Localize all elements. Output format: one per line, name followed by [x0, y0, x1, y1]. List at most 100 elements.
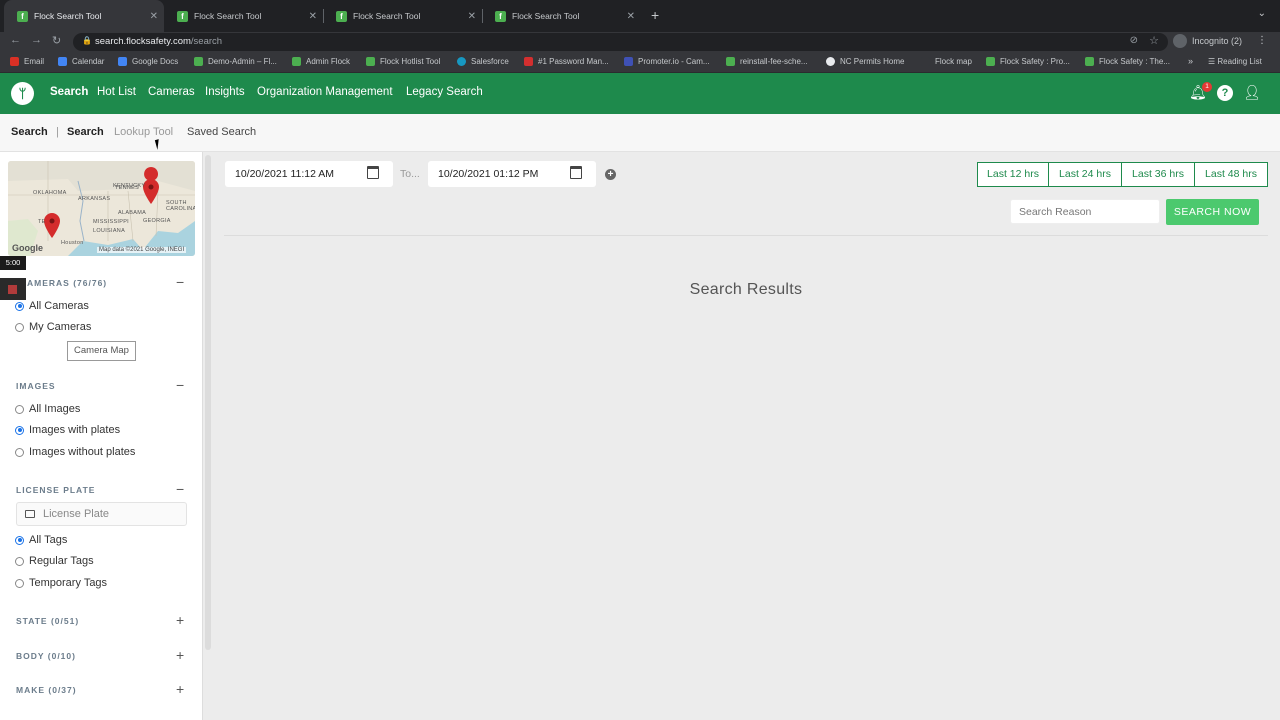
bookmark-label: Flock Hotlist Tool — [380, 57, 441, 66]
reload-icon[interactable]: ↻ — [52, 34, 61, 47]
calendar-icon — [58, 57, 67, 66]
bookmark-label: Flock map — [935, 57, 972, 66]
bookmark-item[interactable]: Promoter.io - Cam... — [624, 57, 710, 66]
bookmark-star-icon[interactable]: ☆ — [1149, 34, 1159, 47]
map-label: OKLAHOMA — [33, 190, 67, 196]
last-48-hrs-button[interactable]: Last 48 hrs — [1194, 162, 1268, 187]
section-title-make[interactable]: MAKE (0/37) — [16, 685, 77, 695]
expand-body-icon[interactable]: + — [176, 647, 184, 663]
collapse-cameras-icon[interactable]: − — [176, 274, 184, 290]
close-tab-icon[interactable]: ✕ — [468, 11, 476, 22]
start-datetime-input[interactable]: 10/20/2021 11:12 AM — [225, 161, 393, 187]
section-title-license-plate: LICENSE PLATE — [16, 485, 96, 495]
bookmark-item[interactable]: Demo-Admin – Fl... — [194, 57, 277, 66]
browser-tab[interactable]: f Flock Search Tool ✕ — [482, 0, 641, 32]
bookmark-item[interactable]: Admin Flock — [292, 57, 350, 66]
address-bar[interactable]: 🔒 search.flocksafety.com/search ⊘ ☆ — [73, 33, 1168, 51]
bookmark-item[interactable]: reinstall-fee-sche... — [726, 57, 808, 66]
tab-saved-search[interactable]: Saved Search — [187, 126, 256, 138]
section-title-body[interactable]: BODY (0/10) — [16, 651, 76, 661]
calendar-icon[interactable] — [367, 166, 379, 179]
bookmark-label: Flock Safety : Pro... — [1000, 57, 1070, 66]
bookmark-item[interactable]: Flock map — [921, 57, 972, 66]
divider — [224, 235, 1268, 236]
more-bookmarks-icon[interactable]: » — [1188, 56, 1193, 66]
radio-images-without-plates[interactable]: Images without plates — [15, 446, 135, 458]
collapse-license-plate-icon[interactable]: − — [176, 481, 184, 497]
flock-logo-icon[interactable]: ᛘ — [11, 82, 34, 105]
end-datetime-input[interactable]: 10/20/2021 01:12 PM — [428, 161, 596, 187]
bookmark-item[interactable]: Flock Safety : The... — [1085, 57, 1170, 66]
section-title-state[interactable]: STATE (0/51) — [16, 616, 79, 626]
flock-favicon-icon: f — [17, 10, 28, 22]
browser-tab[interactable]: f Flock Search Tool ✕ — [164, 0, 324, 32]
last-24-hrs-button[interactable]: Last 24 hrs — [1048, 162, 1122, 187]
browser-tab[interactable]: f Flock Search Tool ✕ — [4, 0, 164, 32]
expand-state-icon[interactable]: + — [176, 612, 184, 628]
bookmark-item[interactable]: #1 Password Man... — [524, 57, 609, 66]
help-icon[interactable]: ? — [1217, 85, 1233, 101]
tab-lookup-tool[interactable]: Lookup Tool — [114, 126, 173, 138]
incognito-profile[interactable]: Incognito (2) — [1173, 34, 1242, 48]
reading-list[interactable]: ☰ Reading List — [1208, 57, 1262, 66]
expand-make-icon[interactable]: + — [176, 681, 184, 697]
nav-legacy-search[interactable]: Legacy Search — [406, 86, 483, 98]
tab-search-icon[interactable]: ⌄ — [1258, 8, 1266, 19]
radio-all-images[interactable]: All Images — [15, 403, 80, 415]
bookmark-item[interactable]: Calendar — [58, 57, 104, 66]
radio-empty-icon — [15, 578, 24, 588]
bookmark-label: #1 Password Man... — [538, 57, 609, 66]
nav-cameras[interactable]: Cameras — [148, 86, 195, 98]
search-now-button[interactable]: SEARCH NOW — [1166, 199, 1259, 225]
tracking-blocked-icon[interactable]: ⊘ — [1130, 35, 1138, 46]
end-datetime-value: 10/20/2021 01:12 PM — [438, 168, 539, 180]
radio-all-tags[interactable]: All Tags — [15, 534, 67, 546]
camera-map-button[interactable]: Camera Map — [67, 341, 136, 361]
map-label: ARKANSAS — [78, 196, 111, 202]
license-plate-icon — [25, 510, 35, 518]
user-settings-icon[interactable]: 👤︎ — [1243, 84, 1261, 101]
radio-temporary-tags[interactable]: Temporary Tags — [15, 577, 107, 589]
add-time-range-icon[interactable]: + — [605, 169, 616, 180]
collapse-images-icon[interactable]: − — [176, 377, 184, 393]
browser-menu-icon[interactable]: ⋮ — [1257, 35, 1267, 46]
forward-arrow-icon[interactable]: → — [31, 34, 42, 46]
calendar-icon[interactable] — [570, 166, 582, 179]
radio-all-cameras[interactable]: All Cameras — [15, 300, 89, 312]
close-tab-icon[interactable]: ✕ — [627, 11, 635, 22]
browser-tab-title: Flock Search Tool — [34, 11, 102, 21]
bookmark-item[interactable]: Google Docs — [118, 57, 178, 66]
tab-search[interactable]: Search — [67, 126, 104, 138]
flock-icon — [726, 57, 735, 66]
radio-regular-tags[interactable]: Regular Tags — [15, 555, 94, 567]
bookmark-item[interactable]: Flock Safety : Pro... — [986, 57, 1070, 66]
search-reason-input[interactable]: Search Reason — [1010, 199, 1160, 224]
radio-my-cameras[interactable]: My Cameras — [15, 321, 91, 333]
bookmark-item[interactable]: Salesforce — [457, 57, 509, 66]
recording-timer: 5:00 — [0, 256, 26, 270]
bookmark-item[interactable]: Email — [10, 57, 44, 66]
new-tab-icon[interactable]: + — [651, 7, 659, 23]
bookmark-label: NC Permits Home — [840, 57, 905, 66]
browser-tab[interactable]: f Flock Search Tool ✕ — [323, 0, 483, 32]
last-36-hrs-button[interactable]: Last 36 hrs — [1121, 162, 1195, 187]
flock-icon — [986, 57, 995, 66]
license-plate-input[interactable]: License Plate — [16, 502, 187, 526]
nav-hot-list[interactable]: Hot List — [97, 86, 136, 98]
close-tab-icon[interactable]: ✕ — [150, 11, 158, 22]
subnav-divider: | — [56, 126, 59, 138]
radio-images-with-plates[interactable]: Images with plates — [15, 424, 120, 436]
search-reason-placeholder: Search Reason — [1019, 206, 1092, 218]
bookmark-label: Calendar — [72, 57, 105, 66]
nav-organization-management[interactable]: Organization Management — [257, 86, 393, 98]
back-arrow-icon[interactable]: ← — [10, 34, 21, 46]
close-tab-icon[interactable]: ✕ — [309, 11, 317, 22]
nav-insights[interactable]: Insights — [205, 86, 245, 98]
bookmark-item[interactable]: Flock Hotlist Tool — [366, 57, 440, 66]
last-12-hrs-button[interactable]: Last 12 hrs — [977, 162, 1049, 187]
nav-search[interactable]: Search — [50, 86, 88, 98]
stop-recording-button[interactable] — [0, 278, 26, 300]
camera-map-thumbnail[interactable]: KENTUCKY TENNES OKLAHOMA ARKANSAS ALABAM… — [8, 161, 195, 256]
sidebar-scrollbar[interactable] — [205, 155, 211, 650]
bookmark-item[interactable]: NC Permits Home — [826, 57, 904, 66]
